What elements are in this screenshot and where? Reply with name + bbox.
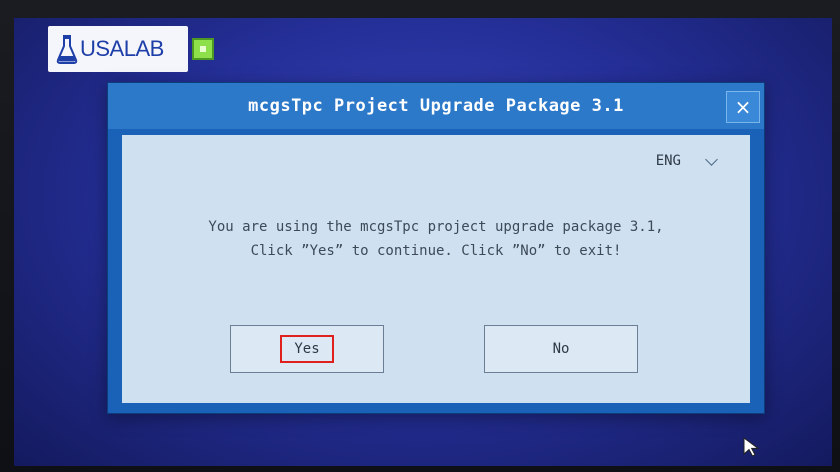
dialog-body: ENG You are using the mcgsTpc project up… bbox=[122, 135, 750, 403]
close-icon: × bbox=[734, 95, 752, 119]
language-value: ENG bbox=[655, 153, 681, 169]
flask-icon bbox=[56, 35, 78, 64]
dialog-title: mcgsTpc Project Upgrade Package 3.1 bbox=[248, 96, 624, 116]
no-button-label: No bbox=[552, 341, 570, 357]
green-app-icon[interactable] bbox=[192, 38, 214, 60]
dialog-titlebar: mcgsTpc Project Upgrade Package 3.1 × bbox=[108, 83, 764, 129]
mouse-cursor-icon bbox=[743, 437, 760, 457]
close-button[interactable]: × bbox=[726, 91, 760, 123]
no-button[interactable]: No bbox=[484, 325, 638, 373]
chevron-down-icon bbox=[705, 152, 718, 166]
yes-button-label: Yes bbox=[280, 335, 334, 363]
yes-button[interactable]: Yes bbox=[230, 325, 384, 373]
dialog-message: You are using the mcgsTpc project upgrad… bbox=[122, 215, 750, 263]
logo-text: USALAB bbox=[80, 36, 164, 61]
message-line-1: You are using the mcgsTpc project upgrad… bbox=[208, 219, 664, 235]
usalab-logo: USALAB bbox=[48, 26, 188, 72]
message-line-2: Click ”Yes” to continue. Click ”No” to e… bbox=[250, 243, 622, 259]
upgrade-dialog: mcgsTpc Project Upgrade Package 3.1 × EN… bbox=[107, 82, 765, 414]
device-bezel: USALAB mcgsTpc Project Upgrade Package 3… bbox=[0, 0, 840, 472]
language-dropdown[interactable]: ENG bbox=[655, 152, 718, 169]
touch-screen: USALAB mcgsTpc Project Upgrade Package 3… bbox=[14, 18, 832, 466]
